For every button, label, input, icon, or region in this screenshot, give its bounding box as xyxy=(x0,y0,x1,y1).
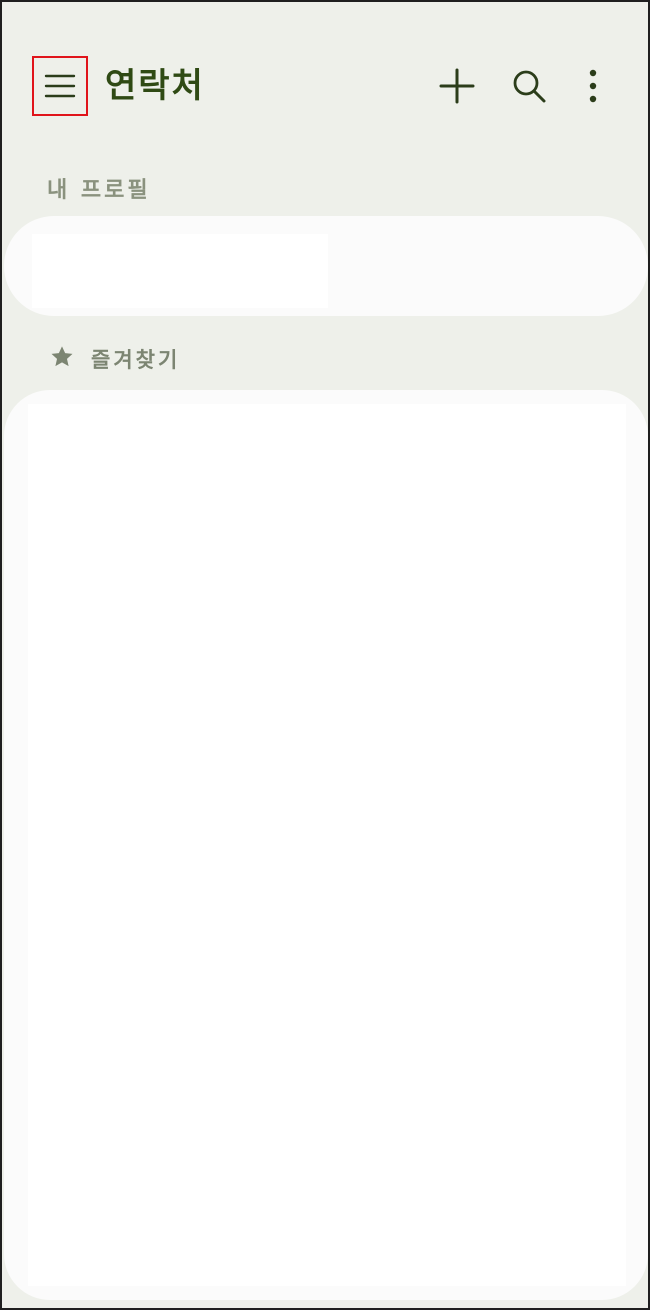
app-header: 연락처 xyxy=(2,42,648,138)
favorites-label: 즐겨찾기 xyxy=(91,348,181,372)
more-vertical-icon xyxy=(587,68,599,108)
my-profile-label: 내 프로필 xyxy=(47,178,151,203)
menu-button[interactable] xyxy=(32,56,88,116)
page-title: 연락처 xyxy=(105,66,205,106)
add-contact-button[interactable] xyxy=(433,64,481,112)
favorites-list-content xyxy=(28,404,626,1286)
hamburger-menu-icon xyxy=(44,71,76,101)
my-profile-card[interactable] xyxy=(4,216,648,316)
plus-icon xyxy=(439,68,475,108)
profile-content-placeholder xyxy=(32,234,328,308)
favorites-list-card xyxy=(4,390,648,1300)
favorites-header: 즐겨찾기 xyxy=(49,344,180,374)
search-icon xyxy=(511,68,547,108)
contacts-screen: 연락처 내 프로필 즐겨찾기 xyxy=(0,0,650,1310)
more-options-button[interactable] xyxy=(569,64,617,112)
search-button[interactable] xyxy=(505,64,553,112)
star-icon xyxy=(49,344,75,374)
